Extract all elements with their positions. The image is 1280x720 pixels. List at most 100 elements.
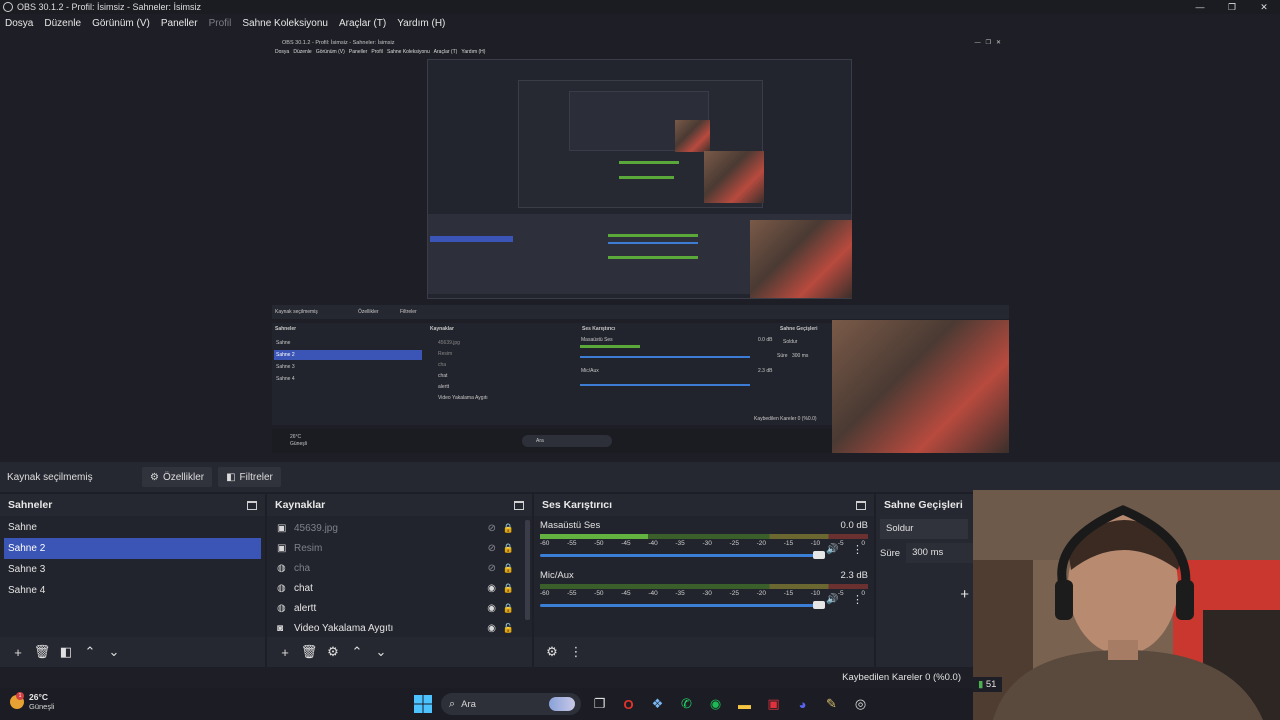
eye-hidden-icon[interactable]: ⊘ <box>488 543 496 554</box>
maximize-button[interactable]: ❐ <box>1216 0 1248 14</box>
nested-obs-window: OBS 30.1.2 - Profil: İsimsiz - Sahneler:… <box>272 37 1009 453</box>
meter-tick: -55 <box>567 540 577 547</box>
menu-tools[interactable]: Araçlar (T) <box>339 18 386 29</box>
eye-icon[interactable]: ◉ <box>487 603 496 614</box>
source-item[interactable]: ▣ Resim ⊘ 🔒 <box>267 538 532 558</box>
properties-button[interactable]: ⚙ Özellikler <box>142 467 213 487</box>
slider-knob[interactable] <box>813 601 825 609</box>
meter-tick: -5 <box>837 540 844 547</box>
taskbar-search[interactable]: ⌕ Ara <box>441 693 581 715</box>
menu-view[interactable]: Görünüm (V) <box>92 18 150 29</box>
gear-icon: ⚙ <box>150 471 159 483</box>
eye-icon[interactable]: ◉ <box>487 583 496 594</box>
lock-icon[interactable]: 🔒 <box>503 543 514 554</box>
move-down-button[interactable]: ⌄ <box>102 641 126 663</box>
meter-tick: -20 <box>756 540 767 547</box>
volume-slider[interactable] <box>540 550 825 560</box>
menu-docks[interactable]: Paneller <box>161 18 198 29</box>
sources-scrollbar[interactable] <box>525 520 530 620</box>
speaker-icon[interactable]: 🔊 <box>826 594 838 605</box>
eye-icon[interactable]: ◉ <box>487 623 496 634</box>
notes-app-icon[interactable]: ✎ <box>820 692 844 716</box>
move-up-button[interactable]: ⌃ <box>345 641 369 663</box>
nested-scene: Sahne 4 <box>276 376 295 382</box>
preview-canvas[interactable]: OBS 30.1.2 - Profil: İsimsiz - Sahneler:… <box>272 37 1009 453</box>
more-options-icon[interactable]: ⋮ <box>852 593 863 606</box>
move-down-button[interactable]: ⌄ <box>369 641 393 663</box>
copilot-icon[interactable]: ❖ <box>646 692 670 716</box>
source-properties-gear-icon[interactable]: ⚙ <box>321 641 345 663</box>
source-item[interactable]: ◍ cha ⊘ 🔒 <box>267 558 532 578</box>
lock-icon[interactable]: 🔒 <box>503 583 514 594</box>
search-icon: ⌕ <box>449 697 456 710</box>
nested-search-label: Ara <box>536 438 544 444</box>
eye-hidden-icon[interactable]: ⊘ <box>488 563 496 574</box>
nested-menubar: Dosya Düzenle Görünüm (V) Paneller Profi… <box>275 49 486 55</box>
spotify-icon[interactable]: ◉ <box>704 692 728 716</box>
eye-hidden-icon[interactable]: ⊘ <box>488 523 496 534</box>
nested-webcam-level2 <box>750 220 852 298</box>
task-view-icon[interactable]: ❐ <box>588 692 612 716</box>
scene-item[interactable]: Sahne <box>0 517 265 538</box>
weather-widget[interactable]: 1 26°C Güneşli <box>10 692 54 712</box>
more-options-icon[interactable]: ⋮ <box>564 641 588 663</box>
nested-source-toolbar: Kaynak seçilmemiş Özellikler Filtreler <box>272 305 1009 319</box>
mixer-channel: Masaüstü Ses 0.0 dB -60 -55 -50 -45 -40 -35 -3… <box>534 516 874 566</box>
red-app-icon[interactable]: ▣ <box>762 692 786 716</box>
lock-icon[interactable]: 🔒 <box>503 563 514 574</box>
duration-input[interactable]: 300 ms <box>906 543 973 563</box>
nested-window-controls: — ❐ ✕ <box>974 40 1001 46</box>
menu-profile[interactable]: Profil <box>209 18 232 29</box>
discord-icon[interactable]: ◕ <box>791 692 815 716</box>
more-options-icon[interactable]: ⋮ <box>852 543 863 556</box>
source-item[interactable]: ◍ alertt ◉ 🔒 <box>267 598 532 618</box>
scene-item-selected[interactable]: Sahne 2 <box>4 538 261 559</box>
menu-scene-collection[interactable]: Sahne Koleksiyonu <box>242 18 328 29</box>
volume-meter <box>540 534 868 539</box>
obs-taskbar-icon[interactable]: ◎ <box>849 692 873 716</box>
source-item[interactable]: ◙ Video Yakalama Aygıtı ◉ 🔓 <box>267 618 532 638</box>
transitions-dock: Sahne Geçişleri Soldur Süre 300 ms + <box>876 494 973 667</box>
trash-icon[interactable]: 🗑 <box>297 641 321 663</box>
trash-icon[interactable]: 🗑 <box>30 641 54 663</box>
file-explorer-icon[interactable]: ▬ <box>733 692 757 716</box>
source-item[interactable]: ◍ chat ◉ 🔒 <box>267 578 532 598</box>
scene-filter-icon[interactable]: ◧ <box>54 641 78 663</box>
nested-preview-level3 <box>518 80 764 208</box>
add-scene-button[interactable]: + <box>6 641 30 663</box>
menu-help[interactable]: Yardım (H) <box>397 18 445 29</box>
close-button[interactable]: ✕ <box>1248 0 1280 14</box>
nested-condition: Güneşli <box>290 441 307 447</box>
undock-icon[interactable] <box>514 500 524 510</box>
move-up-button[interactable]: ⌃ <box>78 641 102 663</box>
undock-icon[interactable] <box>247 500 257 510</box>
minimize-button[interactable]: — <box>1184 0 1216 14</box>
nested-source: cha <box>438 362 447 368</box>
add-source-button[interactable]: + <box>273 641 297 663</box>
speaker-icon[interactable]: 🔊 <box>826 544 838 555</box>
camera-icon: ◙ <box>277 622 284 634</box>
lock-icon[interactable]: 🔒 <box>503 603 514 614</box>
slider-knob[interactable] <box>813 551 825 559</box>
add-transition-button[interactable]: + <box>960 586 969 603</box>
undock-icon[interactable] <box>856 500 866 510</box>
scene-item[interactable]: Sahne 3 <box>0 559 265 580</box>
meter-tick: -10 <box>810 590 821 597</box>
volume-slider[interactable] <box>540 600 825 610</box>
window-title: OBS 30.1.2 - Profil: İsimsiz - Sahneler:… <box>17 2 202 12</box>
nested-meter <box>619 176 674 179</box>
windows-start-icon[interactable] <box>411 692 435 716</box>
lock-icon[interactable]: 🔒 <box>503 523 514 534</box>
filters-button[interactable]: ◧ Filtreler <box>218 467 281 487</box>
menu-file[interactable]: Dosya <box>5 18 33 29</box>
unlock-icon[interactable]: 🔓 <box>503 623 514 634</box>
menu-edit[interactable]: Düzenle <box>44 18 81 29</box>
transition-select[interactable]: Soldur <box>880 519 968 539</box>
opera-icon[interactable]: O <box>617 692 641 716</box>
source-item[interactable]: ▣ 45639.jpg ⊘ 🔒 <box>267 518 532 538</box>
no-source-label: Kaynak seçilmemiş <box>7 471 93 483</box>
advanced-audio-gear-icon[interactable]: ⚙ <box>540 641 564 663</box>
preview-area[interactable]: OBS 30.1.2 - Profil: İsimsiz - Sahneler:… <box>0 33 1280 462</box>
whatsapp-icon[interactable]: ✆ <box>675 692 699 716</box>
scene-item[interactable]: Sahne 4 <box>0 580 265 601</box>
